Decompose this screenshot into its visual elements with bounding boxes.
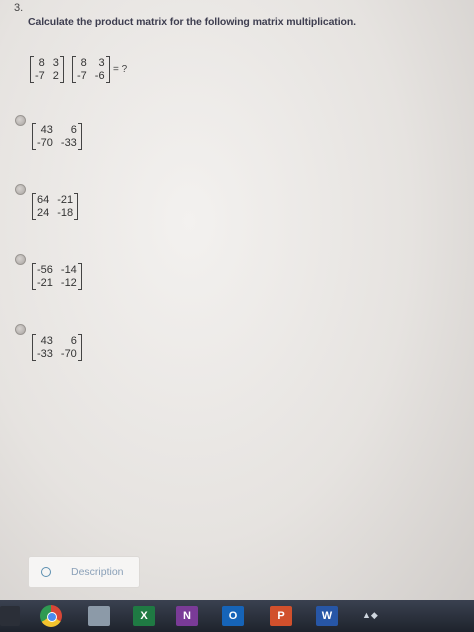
matrix-b-cell: 3: [98, 57, 105, 69]
option-cell: -12: [60, 277, 77, 289]
option-cell: -56: [37, 264, 53, 276]
option-matrix-4[interactable]: 43 6 -33 -70: [32, 334, 82, 361]
matrix-a-cell: 8: [38, 57, 45, 69]
question-number: 3.: [14, 2, 24, 14]
matrix-b-cell: 8: [80, 57, 87, 69]
description-button[interactable]: Description: [28, 556, 140, 588]
file-explorer-icon[interactable]: [88, 606, 110, 626]
matrix-a-cell: 2: [52, 70, 59, 82]
option-cell: -33: [37, 348, 53, 360]
powerpoint-icon[interactable]: P: [270, 606, 292, 626]
option-cell: -21: [37, 277, 53, 289]
chrome-icon[interactable]: [40, 605, 62, 627]
matrix-a-cell: 3: [52, 57, 59, 69]
excel-icon[interactable]: X: [133, 606, 155, 626]
option-radio-1[interactable]: [15, 115, 26, 126]
outlook-icon[interactable]: O: [222, 606, 244, 626]
option-matrix-2[interactable]: 64 -21 24 -18: [32, 193, 79, 220]
option-matrix-3[interactable]: -56 -14 -21 -12: [32, 263, 82, 290]
onenote-icon[interactable]: N: [176, 606, 198, 626]
option-cell: 6: [70, 124, 77, 136]
option-radio-4[interactable]: [15, 324, 26, 335]
option-matrix-1[interactable]: 43 6 -70 -33: [32, 123, 82, 150]
option-radio-2[interactable]: [15, 184, 26, 195]
matrix-a-cell: -7: [35, 70, 45, 82]
option-cell: -70: [37, 137, 53, 149]
windows-icon[interactable]: [0, 606, 20, 626]
tray-icon[interactable]: ▲◆: [362, 610, 390, 620]
matrix-b-cell: -6: [94, 70, 105, 82]
option-cell: 43: [40, 124, 53, 136]
word-icon[interactable]: W: [316, 606, 338, 626]
option-cell: -70: [60, 348, 77, 360]
description-label: Description: [71, 566, 124, 578]
option-cell: -33: [60, 137, 77, 149]
taskbar: X N O P W ▲◆: [0, 600, 474, 632]
equals-question: = ?: [113, 64, 128, 75]
option-radio-3[interactable]: [15, 254, 26, 265]
option-cell: 6: [70, 335, 77, 347]
option-cell: -14: [60, 264, 77, 276]
option-cell: 24: [37, 207, 50, 219]
question-text: Calculate the product matrix for the fol…: [28, 16, 356, 28]
option-cell: -21: [57, 194, 74, 206]
option-cell: 64: [37, 194, 50, 206]
option-cell: 43: [40, 335, 53, 347]
matrix-a: 8 3 -7 2: [30, 56, 64, 83]
matrix-b: 8 3 -7 -6: [72, 56, 110, 83]
info-icon: [41, 567, 51, 577]
matrix-b-cell: -7: [77, 70, 87, 82]
option-cell: -18: [57, 207, 74, 219]
